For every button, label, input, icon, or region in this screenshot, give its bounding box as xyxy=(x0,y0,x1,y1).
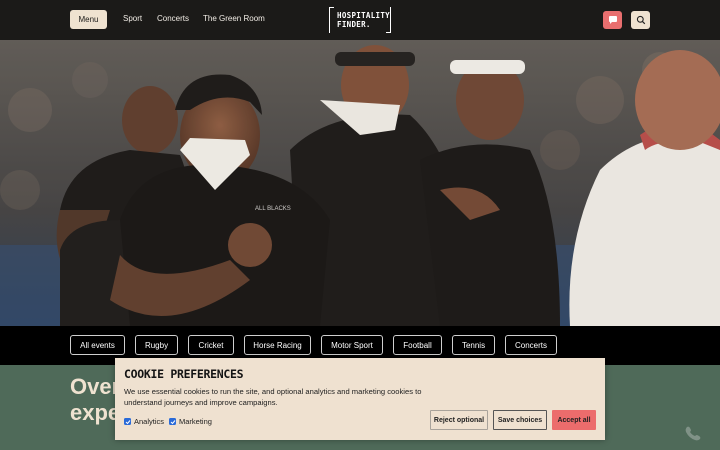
hero-image: ALL BLACKS xyxy=(0,40,720,326)
analytics-checkbox[interactable] xyxy=(124,418,131,425)
category-cricket[interactable]: Cricket xyxy=(188,335,234,355)
cookie-title: COOKIE PREFERENCES xyxy=(124,367,244,381)
nav-link-concerts[interactable]: Concerts xyxy=(157,14,189,23)
marketing-option[interactable]: Marketing xyxy=(169,417,212,426)
nav-link-sport[interactable]: Sport xyxy=(123,14,142,23)
search-button[interactable] xyxy=(631,11,650,29)
checkmark-icon xyxy=(170,419,175,424)
category-motor-sport[interactable]: Motor Sport xyxy=(321,335,383,355)
logo-line-1: HOSPITALITY xyxy=(337,11,390,20)
phone-icon[interactable] xyxy=(678,421,708,445)
site-header: Menu Sport Concerts The Green Room HOSPI… xyxy=(0,0,720,40)
category-rugby[interactable]: Rugby xyxy=(135,335,178,355)
checkmark-icon xyxy=(125,419,130,424)
category-horse-racing[interactable]: Horse Racing xyxy=(244,335,311,355)
category-football[interactable]: Football xyxy=(393,335,442,355)
chat-icon xyxy=(608,16,617,24)
marketing-checkbox[interactable] xyxy=(169,418,176,425)
logo-line-2: FINDER. xyxy=(337,20,371,29)
category-concerts[interactable]: Concerts xyxy=(505,335,557,355)
nav-link-green-room[interactable]: The Green Room xyxy=(203,14,265,23)
cookie-banner: COOKIE PREFERENCES We use essential cook… xyxy=(115,358,605,440)
chat-button[interactable] xyxy=(603,11,622,29)
category-all-events[interactable]: All events xyxy=(70,335,125,355)
menu-button[interactable]: Menu xyxy=(70,10,107,29)
cookie-description: We use essential cookies to run the site… xyxy=(124,387,422,407)
save-choices-button[interactable]: Save choices xyxy=(493,410,547,430)
site-logo[interactable]: HOSPITALITY FINDER. xyxy=(329,7,391,33)
accept-all-button[interactable]: Accept all xyxy=(552,410,596,430)
marketing-label: Marketing xyxy=(179,417,212,426)
search-icon xyxy=(636,15,645,25)
category-tennis[interactable]: Tennis xyxy=(452,335,495,355)
hero-rugby-players-illustration: ALL BLACKS xyxy=(0,40,720,326)
analytics-option[interactable]: Analytics xyxy=(124,417,164,426)
reject-optional-button[interactable]: Reject optional xyxy=(430,410,488,430)
analytics-label: Analytics xyxy=(134,417,165,426)
